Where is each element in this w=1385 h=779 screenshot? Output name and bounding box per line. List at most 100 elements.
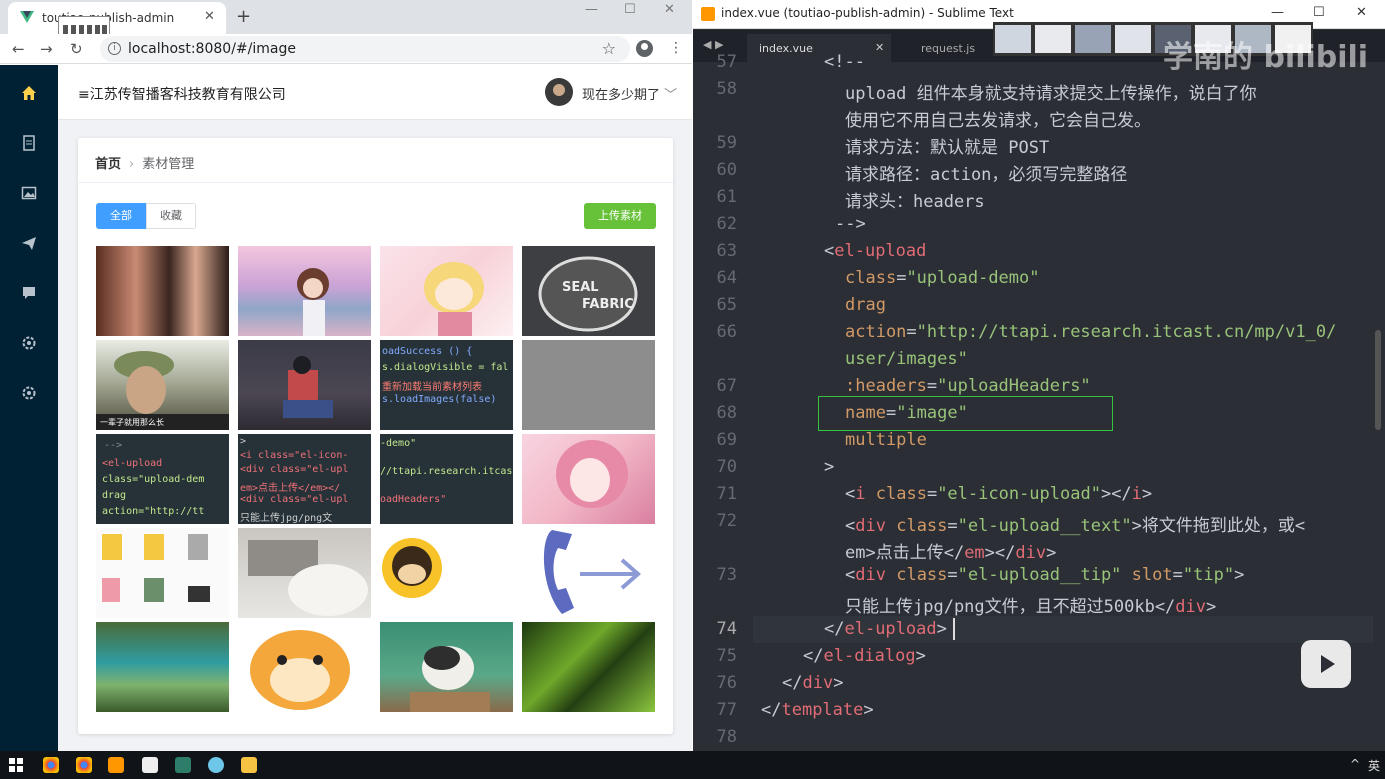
code-token: el-dialog [823,646,916,666]
image-item[interactable]: oadSuccess () { s.dialogVisible = fal 重新… [380,340,513,430]
code-line: </div> [782,673,844,693]
line-number: 71 [716,484,737,504]
url-text[interactable]: localhost:8080/#/image [128,41,296,57]
browser-tab[interactable]: toutiao-publish-admin ✕ [8,2,226,34]
avatar[interactable] [545,78,573,106]
play-button-icon[interactable] [1301,640,1351,688]
image-item[interactable] [380,622,513,712]
company-title[interactable]: ≡江苏传智播客科技教育有限公司 [78,84,286,104]
windows-start-icon[interactable] [9,758,23,772]
document-icon[interactable] [21,135,37,151]
code-token: class [896,565,948,585]
taskbar: ^ 英 [0,751,1385,779]
vue-logo-icon [20,11,34,23]
code-token: template [781,700,864,720]
minimize-icon[interactable]: — [585,2,598,17]
code-token: 只能上传jpg/png文件，且不超过500kb</ [845,597,1176,617]
chevron-down-icon: ﹀ [664,88,678,103]
image-item[interactable] [238,528,371,618]
close-window-icon[interactable]: ✕ [664,2,675,17]
image-item[interactable] [96,246,229,336]
image-item[interactable] [238,340,371,430]
scrollbar[interactable] [1375,330,1381,430]
code-thumb-line: class="upload-dem [102,474,205,485]
code-line: <i class="el-icon-upload"></i> [845,484,1153,504]
line-number: 72 [716,511,737,531]
tab-nav-arrows-icon[interactable]: ◀ ▶ [703,38,723,51]
sublime-text-icon[interactable] [108,757,124,773]
home-icon[interactable] [21,85,37,101]
line-number: 59 [716,133,737,153]
settings-icon[interactable] [21,335,37,351]
image-item[interactable] [522,434,655,524]
reload-icon[interactable]: ↻ [70,40,83,58]
image-item[interactable] [238,622,371,712]
code-line: </el-dialog> [803,646,926,666]
bookmark-star-icon[interactable]: ☆ [602,39,616,58]
code-thumb-line: <div class="el-upl [240,494,349,505]
chrome-icon[interactable] [76,757,92,773]
maximize-icon[interactable]: ☐ [624,2,636,17]
line-number: 60 [716,160,737,180]
image-item[interactable] [522,340,655,430]
image-item[interactable]: > <i class="el-icon- <div class="el-upl … [238,434,371,524]
chrome-icon[interactable] [43,757,59,773]
gear-icon[interactable] [21,385,37,401]
back-icon[interactable]: ← [12,40,25,58]
ime-indicator[interactable]: 英 [1368,757,1380,774]
image-item[interactable] [522,528,655,618]
image-item[interactable] [96,622,229,712]
comment-icon[interactable] [21,285,37,301]
code-token: 将文件拖到此处，或< [1141,516,1306,536]
code-thumb-line: action="http://tt [102,506,205,517]
code-token: el-upload [834,241,927,261]
code-token: i [855,484,866,504]
filter-favorites-button[interactable]: 收藏 [146,203,196,229]
terminal-icon[interactable] [175,757,191,773]
image-item[interactable] [380,246,513,336]
menu-kebab-icon[interactable]: ⋮ [669,40,683,56]
breadcrumb-home[interactable]: 首页 [95,157,121,172]
browser-toolbar: ← → ↻ i localhost:8080/#/image ☆ ⋮ [0,34,692,64]
account-icon[interactable] [636,40,653,57]
close-window-icon[interactable]: ✕ [1356,5,1367,20]
line-number: 78 [716,727,737,747]
code-line: 请求头：headers [845,192,985,212]
chat-app-icon[interactable] [208,757,224,773]
forward-icon[interactable]: → [40,40,53,58]
close-tab-icon[interactable]: ✕ [875,41,884,54]
new-tab-button[interactable]: + [236,6,251,27]
code-token: div [855,516,886,536]
tab-request-js[interactable]: request.js [903,34,993,62]
code-token: em [964,543,985,563]
filter-all-button[interactable]: 全部 [96,203,146,229]
image-item[interactable] [96,528,229,618]
minimize-icon[interactable]: — [1271,5,1284,20]
image-item[interactable]: 一辈子就用那么长 [96,340,229,430]
code-token: i [1131,484,1142,504]
maximize-icon[interactable]: ☐ [1313,5,1325,20]
send-icon[interactable] [21,235,37,251]
line-number: 75 [716,646,737,666]
image-item[interactable] [522,622,655,712]
code-thumb-line: -demo" [380,438,417,449]
file-explorer-icon[interactable] [241,757,257,773]
tray-chevron-up-icon[interactable]: ^ [1350,757,1360,771]
close-tab-icon[interactable]: ✕ [204,9,215,24]
user-menu[interactable]: 现在多少期了 ﹀ [582,84,677,103]
seal-fabric-mockup: SEAL FABRIC [538,256,638,332]
address-bar[interactable]: i localhost:8080/#/image ☆ [100,36,630,62]
code-thumb-line: > [240,436,247,447]
meme-caption: 一辈子就用那么长 [100,417,164,427]
site-info-icon[interactable]: i [108,42,121,55]
image-icon[interactable] [21,185,37,201]
image-item[interactable]: SEAL FABRIC [522,246,655,336]
notepad-icon[interactable] [142,757,158,773]
code-line: class="upload-demo" [845,268,1040,288]
image-item[interactable]: -demo" //ttapi.research.itcast oadHeader… [380,434,513,524]
tab-index-vue[interactable]: index.vue ✕ [747,34,891,62]
image-item[interactable]: --> <el-upload class="upload-dem drag ac… [96,434,229,524]
upload-material-button[interactable]: 上传素材 [584,203,656,229]
image-item[interactable] [238,246,371,336]
image-item[interactable] [380,528,513,618]
